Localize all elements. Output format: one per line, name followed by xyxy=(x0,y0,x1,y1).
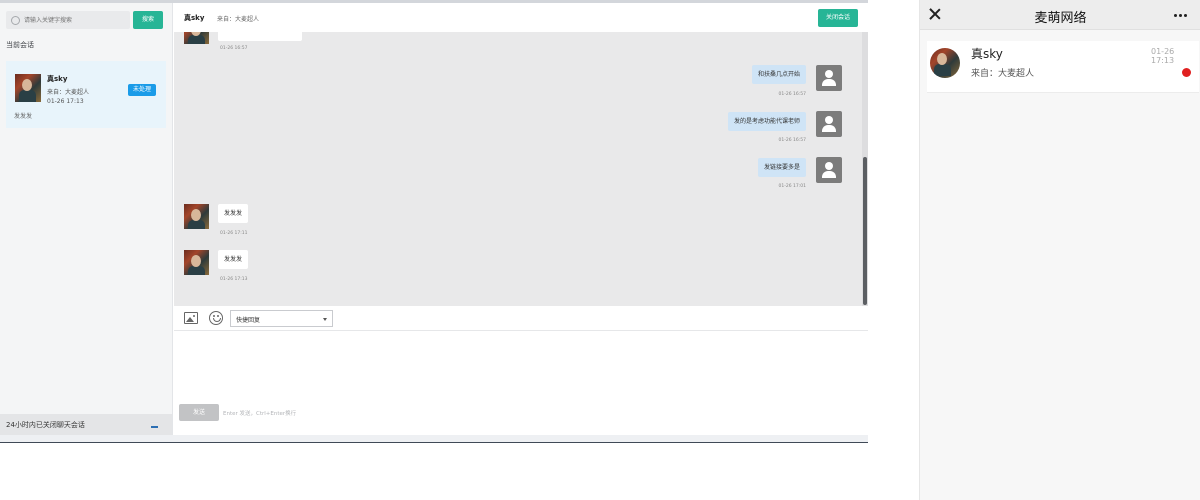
message-list: 01-26 16:57 和扶桑几点开始 01-26 16:57 发的是考虑功能代… xyxy=(174,32,862,306)
message-bubble: 发发发 xyxy=(218,204,249,223)
session-card[interactable]: 真sky 来自：大麦超人 01-26 17:13 发发发 未处理 xyxy=(6,61,166,128)
chat-console: 搜索 当前会话 真sky 来自：大麦超人 01-26 17:13 发发发 未处理… xyxy=(0,0,868,444)
message-time: 01-26 16:57 xyxy=(778,138,806,143)
message-bubble: 发的是考虑功能代课老师 xyxy=(727,112,806,131)
status-badge[interactable]: 未处理 xyxy=(128,84,156,96)
session-preview: 发发发 xyxy=(14,113,33,120)
mobile-panel: 麦萌网络 真sky 来自：大麦超人 01-26 17:13 xyxy=(919,0,1200,500)
chat-contact-name: 真sky xyxy=(184,14,205,22)
session-source: 来自：大麦超人 xyxy=(47,89,90,96)
page-title: 麦萌网络 xyxy=(1034,11,1087,26)
search-button[interactable]: 搜索 xyxy=(133,11,163,29)
search-box xyxy=(6,11,130,29)
send-hint: Enter 发送，Ctrl+Enter换行 xyxy=(223,411,297,417)
quick-reply-label: 快捷回复 xyxy=(236,317,261,324)
quick-reply-select[interactable]: 快捷回复 xyxy=(230,310,333,327)
avatar xyxy=(930,48,960,78)
more-icon[interactable] xyxy=(1174,14,1177,17)
contact-source: 来自：大麦超人 xyxy=(971,69,1035,79)
message-time: 01-26 17:13 xyxy=(220,277,248,282)
scrollbar-thumb[interactable] xyxy=(863,157,867,305)
avatar xyxy=(15,74,41,102)
message-input[interactable] xyxy=(180,337,860,397)
screen: 搜索 当前会话 真sky 来自：大麦超人 01-26 17:13 发发发 未处理… xyxy=(0,0,1200,500)
user-avatar-icon xyxy=(816,65,842,91)
compose-toolbar: 快捷回复 xyxy=(174,306,868,331)
send-button[interactable]: 发送 xyxy=(179,404,219,421)
user-avatar-icon xyxy=(816,157,842,183)
message-bubble: 和扶桑几点开始 xyxy=(751,65,806,84)
message-time: 01-26 16:57 xyxy=(778,92,806,97)
close-session-button[interactable]: 关闭会话 xyxy=(818,9,858,27)
compose-panel: 发送 Enter 发送，Ctrl+Enter换行 xyxy=(174,331,868,435)
chat-contact-source: 来自：大麦超人 xyxy=(217,16,260,23)
avatar xyxy=(184,250,209,275)
image-icon[interactable] xyxy=(184,312,198,324)
closed-sessions-label: 24小时内已关闭聊天会话 xyxy=(6,421,85,429)
message-time: 01-26 17:11 xyxy=(220,231,248,236)
collapse-icon[interactable] xyxy=(151,426,158,428)
contact-name: 真sky xyxy=(971,47,1003,61)
list-item[interactable]: 真sky 来自：大麦超人 01-26 17:13 xyxy=(927,41,1199,93)
mobile-header: 麦萌网络 xyxy=(920,0,1200,30)
avatar xyxy=(184,204,209,229)
message-time: 01-26 17:01 xyxy=(778,184,806,189)
message-bubble: 发发发 xyxy=(218,250,249,269)
current-sessions-title: 当前会话 xyxy=(6,41,34,49)
session-name: 真sky xyxy=(47,75,68,83)
chevron-down-icon xyxy=(323,318,327,321)
search-input[interactable] xyxy=(24,14,128,26)
emoji-icon[interactable] xyxy=(209,311,223,325)
message-bubble xyxy=(218,32,302,41)
closed-sessions-bar[interactable]: 24小时内已关闭聊天会话 xyxy=(0,414,172,435)
unread-dot xyxy=(1182,68,1191,77)
search-icon xyxy=(11,16,20,25)
message-time: 01-26 16:57 xyxy=(220,46,248,51)
message-time: 01-26 17:13 xyxy=(1151,47,1175,65)
bottom-divider xyxy=(0,435,868,443)
session-time: 01-26 17:13 xyxy=(47,98,84,105)
session-sidebar: 搜索 当前会话 真sky 来自：大麦超人 01-26 17:13 发发发 未处理… xyxy=(0,3,173,435)
chat-header: 真sky 来自：大麦超人 关闭会话 xyxy=(174,3,868,32)
avatar xyxy=(184,32,209,44)
user-avatar-icon xyxy=(816,111,842,137)
message-bubble: 发链接要多是 xyxy=(757,158,806,177)
scrollbar[interactable] xyxy=(862,32,868,306)
